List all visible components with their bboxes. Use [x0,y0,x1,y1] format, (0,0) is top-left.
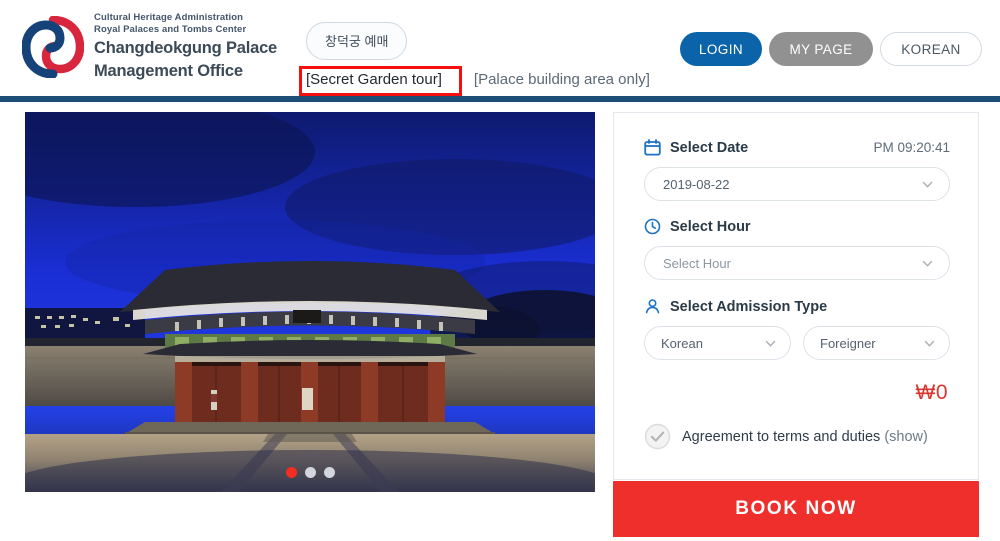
brand-logo-block[interactable]: Cultural Heritage Administration Royal P… [22,12,277,81]
agreement-text-group: Agreement to terms and duties (show) [682,429,928,445]
korean-booking-pill[interactable]: 창덕궁 예매 [306,22,408,60]
select-hour-header: Select Hour [644,218,950,235]
date-select-dropdown[interactable]: 2019-08-22 [644,167,950,201]
login-button[interactable]: LOGIN [680,32,762,66]
carousel-dot-3[interactable] [323,467,335,478]
select-admission-label: Select Admission Type [670,298,828,315]
select-date-field: Select Date PM 09:20:41 2019-08-22 [644,139,950,201]
chevron-down-icon [765,340,776,347]
select-hour-label: Select Hour [670,218,751,235]
auth-button-group: LOGIN MY PAGE KOREAN [680,32,982,66]
total-price: ₩0 [915,381,948,404]
select-admission-header: Select Admission Type [644,298,950,315]
select-date-label-group: Select Date [644,139,748,156]
hour-select-dropdown[interactable]: Select Hour [644,246,950,280]
check-circle-icon[interactable] [644,423,671,450]
person-icon [645,299,660,314]
booking-panel: Select Date PM 09:20:41 2019-08-22 Selec… [613,112,979,480]
book-now-button[interactable]: BOOK NOW [613,481,979,537]
site-header: Cultural Heritage Administration Royal P… [0,0,1000,102]
select-admission-type-field: Select Admission Type Korean Foreigner [644,298,950,360]
chevron-down-icon [922,260,933,267]
calendar-icon [644,139,661,156]
agreement-show-link[interactable]: (show) [884,429,928,445]
hero-carousel[interactable] [25,112,595,492]
current-time-display: PM 09:20:41 [873,140,950,155]
org-line-2: Royal Palaces and Tombs Center [94,24,247,35]
chevron-down-icon [922,181,933,188]
hero-image [25,112,595,492]
date-select-value: 2019-08-22 [663,176,730,192]
tab-secret-garden-tour[interactable]: [Secret Garden tour] [300,68,448,91]
taegeuk-swirl-logo-icon [22,15,84,78]
select-date-label: Select Date [670,139,749,156]
chevron-down-icon [924,340,935,347]
select-hour-label-group: Select Hour [644,218,751,235]
header-divider-rule [0,96,1000,102]
org-title-line-2: Management Office [94,61,243,80]
admission-dropdown-group: Korean Foreigner [644,326,950,360]
brand-text-block: Cultural Heritage Administration Royal P… [94,12,277,81]
agreement-row[interactable]: Agreement to terms and duties (show) [644,423,928,450]
my-page-button[interactable]: MY PAGE [769,32,873,66]
org-line-1: Cultural Heritage Administration [94,12,244,23]
carousel-dot-2[interactable] [304,467,316,478]
nationality-select-dropdown[interactable]: Korean [644,326,791,360]
clock-icon [644,218,661,235]
tour-type-tabs: [Secret Garden tour] [Palace building ar… [300,68,650,91]
agreement-text: Agreement to terms and duties [682,428,881,445]
select-hour-field: Select Hour Select Hour [644,218,950,280]
residency-select-value: Foreigner [820,335,876,351]
org-title-line-1: Changdeokgung Palace [94,39,278,57]
booking-page: Cultural Heritage Administration Royal P… [0,0,1000,541]
korean-language-button[interactable]: KOREAN [880,32,982,66]
tab-palace-building-area-only[interactable]: [Palace building area only] [474,71,650,88]
carousel-dot-1[interactable] [285,467,297,478]
select-admission-label-group: Select Admission Type [644,298,827,315]
select-date-header: Select Date PM 09:20:41 [644,139,950,156]
hour-select-value: Select Hour [663,255,731,271]
carousel-dots [25,467,595,478]
nationality-select-value: Korean [661,335,703,351]
residency-select-dropdown[interactable]: Foreigner [803,326,950,360]
